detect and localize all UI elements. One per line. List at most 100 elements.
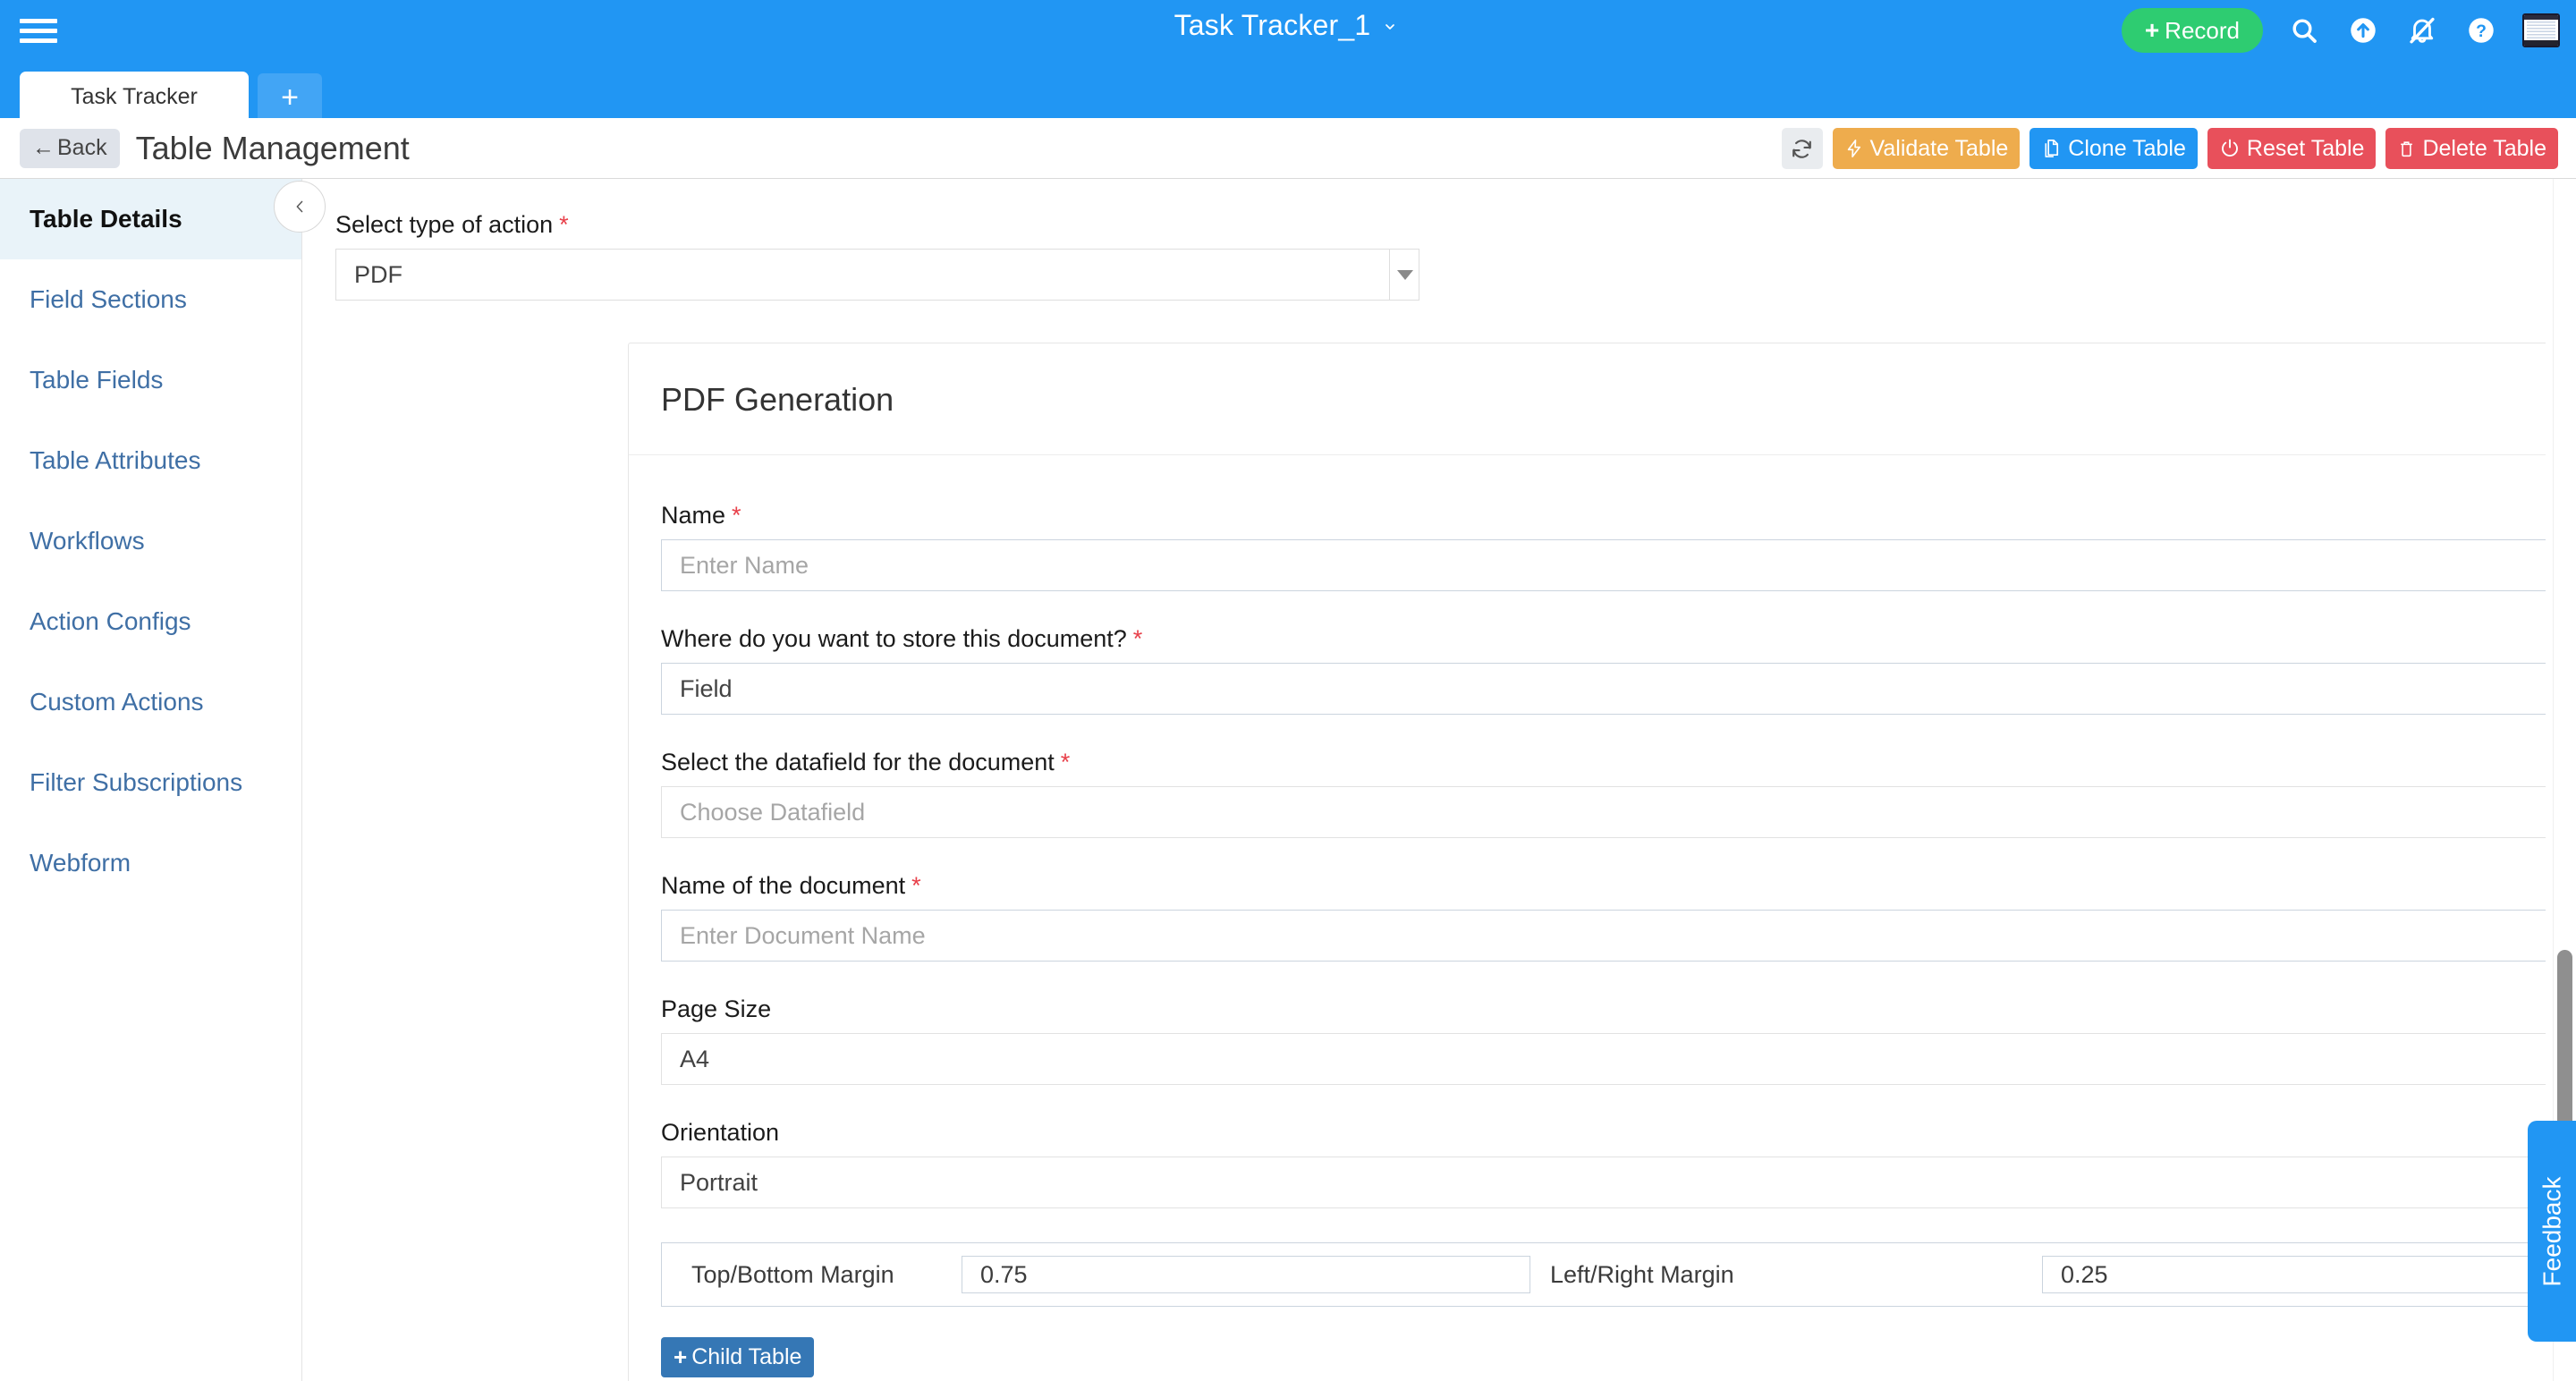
required-marker: * — [911, 872, 921, 899]
add-child-table-button[interactable]: + Child Table — [661, 1337, 815, 1377]
chevron-left-icon — [296, 200, 302, 213]
reset-table-label: Reset Table — [2246, 135, 2365, 161]
left-sidebar: Table Details Field Sections Table Field… — [0, 179, 302, 1381]
back-button-label: Back — [57, 135, 107, 160]
hamburger-menu-icon[interactable] — [20, 13, 61, 48]
datafield-select-wrap: Choose Datafield — [661, 786, 2546, 838]
pagesize-label-row: Page Size — [661, 996, 2546, 1023]
upload-icon[interactable] — [2345, 13, 2381, 48]
field-document-name: Name of the document * — [661, 872, 2546, 962]
sidebar-item-label: Filter Subscriptions — [30, 768, 243, 796]
thumbnail-content — [2527, 21, 2555, 38]
add-record-button[interactable]: + Record — [2121, 8, 2263, 53]
thumbnail-bottom-bar — [2524, 40, 2558, 46]
add-tab-button[interactable]: + — [258, 73, 322, 122]
sidebar-item-webform[interactable]: Webform — [0, 823, 301, 903]
sidebar-item-label: Custom Actions — [30, 688, 204, 716]
main-content: Select type of action * PDF PDF Generati… — [303, 179, 2546, 1381]
sidebar-item-label: Table Details — [30, 205, 182, 233]
sidebar-item-table-details[interactable]: Table Details — [0, 179, 301, 259]
delete-table-label: Delete Table — [2422, 135, 2546, 161]
validate-table-label: Validate Table — [1869, 135, 2009, 161]
left-right-margin-input[interactable] — [2042, 1256, 2546, 1293]
pdf-generation-card: PDF Generation Name * Where do you want … — [628, 343, 2546, 1381]
sidebar-item-label: Field Sections — [30, 285, 187, 313]
clone-table-button[interactable]: Clone Table — [2029, 128, 2198, 169]
store-select[interactable]: Field — [661, 663, 2546, 715]
sidebar-item-label: Table Attributes — [30, 446, 201, 474]
orientation-select-wrap: Portrait — [661, 1156, 2546, 1208]
left-right-margin-label: Left/Right Margin — [1550, 1260, 1734, 1288]
action-type-label: Select type of action — [335, 211, 554, 238]
top-bottom-margin-label: Top/Bottom Margin — [691, 1260, 894, 1288]
bolt-icon — [1847, 140, 1860, 157]
page-toolbar: ← Back Table Management Validate Table C… — [0, 118, 2576, 179]
pagesize-select-wrap: A4 — [661, 1033, 2546, 1085]
caret-down-icon — [1396, 269, 1413, 280]
refresh-icon — [1792, 139, 1811, 158]
sidebar-item-action-configs[interactable]: Action Configs — [0, 581, 301, 662]
help-icon[interactable]: ? — [2463, 13, 2499, 48]
plus-icon: + — [674, 1343, 688, 1370]
required-marker: * — [732, 502, 741, 529]
orientation-select[interactable]: Portrait — [661, 1156, 2546, 1208]
sidebar-item-custom-actions[interactable]: Custom Actions — [0, 662, 301, 742]
sidebar-item-label: Workflows — [30, 527, 145, 555]
trash-icon — [2401, 141, 2413, 157]
datafield-placeholder: Choose Datafield — [680, 798, 866, 826]
delete-table-button[interactable]: Delete Table — [2385, 128, 2558, 169]
sidebar-item-workflows[interactable]: Workflows — [0, 501, 301, 581]
field-store-location: Where do you want to store this document… — [661, 625, 2546, 715]
datafield-label-row: Select the datafield for the document * — [661, 749, 2546, 776]
name-label-row: Name * — [661, 502, 2546, 530]
action-type-select-wrap: PDF — [335, 249, 1419, 301]
refresh-button[interactable] — [1781, 128, 1823, 169]
docname-label-row: Name of the document * — [661, 872, 2546, 900]
action-type-dropdown-arrow[interactable] — [1389, 249, 1419, 301]
action-type-block: Select type of action * PDF — [303, 179, 2546, 301]
action-type-select[interactable]: PDF — [335, 249, 1419, 301]
datafield-select[interactable]: Choose Datafield — [661, 786, 2546, 838]
action-type-label-row: Select type of action * — [335, 211, 2546, 239]
store-label-row: Where do you want to store this document… — [661, 625, 2546, 653]
margins-row: Top/Bottom Margin Left/Right Margin — [661, 1242, 2546, 1307]
sidebar-item-label: Action Configs — [30, 607, 191, 635]
sidebar-item-field-sections[interactable]: Field Sections — [0, 259, 301, 340]
datafield-label: Select the datafield for the document — [661, 749, 1055, 775]
store-select-wrap: Field — [661, 663, 2546, 715]
field-page-size: Page Size A4 — [661, 996, 2546, 1085]
field-name: Name * — [661, 502, 2546, 591]
sidebar-item-table-attributes[interactable]: Table Attributes — [0, 420, 301, 501]
thumbnail-top-bar — [2524, 15, 2558, 20]
sidebar-item-filter-subscriptions[interactable]: Filter Subscriptions — [0, 742, 301, 823]
svg-text:?: ? — [2476, 22, 2487, 41]
sidebar-collapse-button[interactable] — [274, 181, 326, 233]
field-datafield: Select the datafield for the document * … — [661, 749, 2546, 838]
name-input[interactable] — [661, 539, 2546, 591]
name-label: Name — [661, 502, 726, 529]
top-bottom-margin-input[interactable] — [962, 1256, 1530, 1293]
document-name-input[interactable] — [661, 910, 2546, 962]
back-button[interactable]: ← Back — [20, 128, 120, 168]
page-size-select[interactable]: A4 — [661, 1033, 2546, 1085]
validate-table-button[interactable]: Validate Table — [1832, 128, 2021, 169]
orientation-label-row: Orientation — [661, 1119, 2546, 1147]
search-icon[interactable] — [2286, 13, 2322, 48]
card-title: PDF Generation — [629, 343, 2546, 455]
sidebar-item-label: Webform — [30, 849, 131, 877]
docname-label: Name of the document — [661, 872, 906, 899]
pagesize-label: Page Size — [661, 996, 772, 1022]
page-title: Table Management — [135, 129, 410, 166]
child-table-label: Child Table — [691, 1344, 802, 1369]
screenshot-thumbnail-avatar[interactable] — [2522, 13, 2560, 47]
feedback-tab[interactable]: Feedback — [2528, 1121, 2576, 1342]
sidebar-item-table-fields[interactable]: Table Fields — [0, 340, 301, 420]
add-record-label: Record — [2165, 16, 2240, 44]
reset-table-button[interactable]: Reset Table — [2207, 128, 2377, 169]
copy-icon — [2045, 140, 2059, 157]
top-bar-actions: + Record ? — [2121, 0, 2560, 61]
chevron-down-icon[interactable] — [1378, 20, 1402, 34]
clone-table-label: Clone Table — [2068, 135, 2186, 161]
bell-muted-icon[interactable] — [2404, 13, 2440, 48]
tab-task-tracker[interactable]: Task Tracker — [20, 72, 249, 122]
